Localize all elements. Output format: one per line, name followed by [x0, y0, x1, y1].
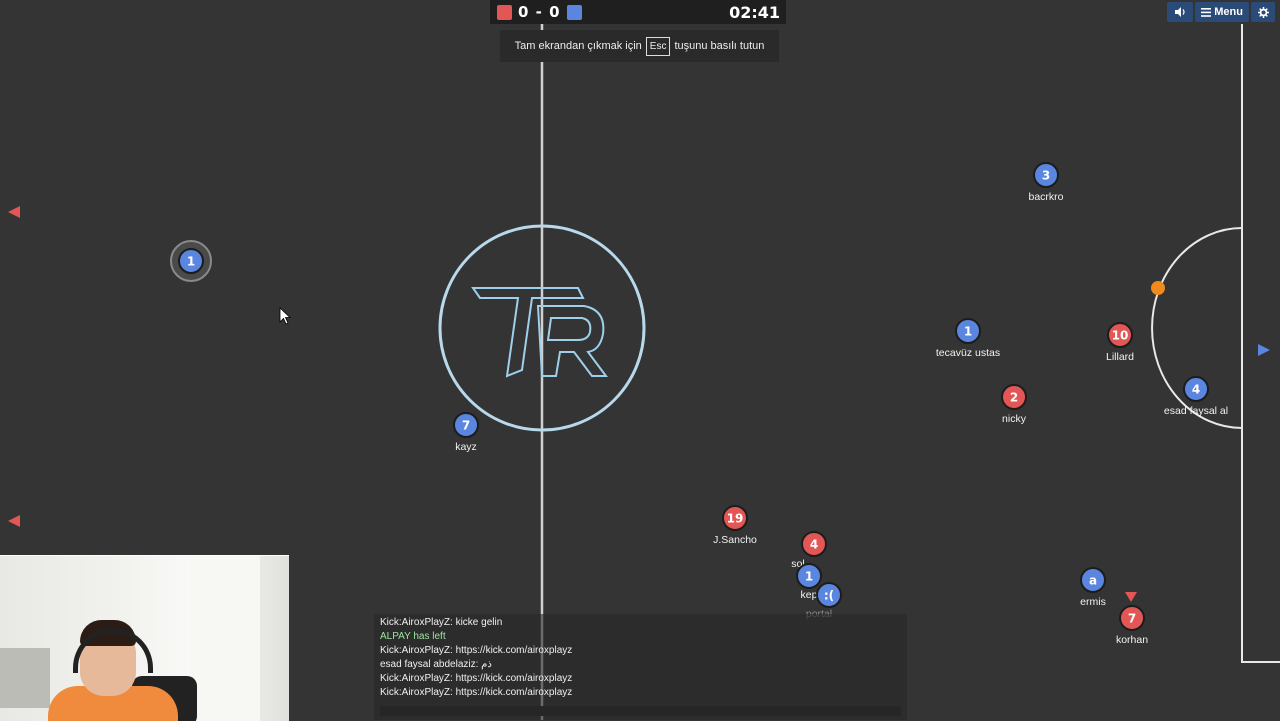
speaker-icon [1175, 7, 1185, 17]
player-name: tecavüz ustas [936, 347, 1000, 359]
player-number: 10 [1112, 329, 1129, 343]
right-arrow-indicator [1258, 344, 1270, 356]
player-name: bacrkro [1028, 191, 1063, 203]
fullscreen-hint-after: tuşunu basılı tutun [674, 40, 765, 52]
player-pointer [1125, 592, 1137, 602]
red-team-indicator [497, 4, 512, 20]
player-red: 19 J.Sancho [713, 505, 757, 546]
player-name: nicky [1002, 413, 1027, 425]
chat-input[interactable] [380, 706, 901, 716]
player-number: 3 [1042, 169, 1050, 183]
player-blue: 1 tecavüz ustas [936, 318, 1000, 359]
player-number: 2 [1010, 391, 1018, 405]
blue-team-indicator [566, 4, 582, 20]
player-name: korhan [1116, 634, 1148, 646]
chat-message: esad faysal abdelaziz: ذم [380, 659, 492, 670]
chat-message: Kick:AiroxPlayZ: https://kick.com/airoxp… [380, 645, 573, 656]
player-number: 1 [964, 325, 972, 339]
player-number: 7 [1128, 612, 1136, 626]
player-number: 19 [727, 512, 744, 526]
chat-message: Kick:AiroxPlayZ: https://kick.com/airoxp… [380, 687, 573, 698]
settings-button[interactable] [1251, 2, 1275, 22]
esc-key: Esc [645, 36, 671, 56]
player-red: 7 korhan [1116, 605, 1148, 646]
chat-box: Kick:AiroxPlayZ: kicke gelin ALPAY has le… [374, 614, 907, 720]
chat-log: Kick:AiroxPlayZ: kicke gelin ALPAY has le… [374, 614, 907, 702]
top-controls: Menu [1167, 2, 1275, 22]
fullscreen-hint-before: Tam ekrandan çıkmak için [514, 40, 642, 52]
player-number: a [1089, 574, 1097, 588]
player-name: J.Sancho [713, 534, 757, 546]
scoreboard: 0 - 0 02:41 [490, 0, 786, 24]
tr-logo [471, 287, 608, 378]
ball [1151, 281, 1165, 295]
player-number: :( [824, 589, 834, 603]
match-timer: 02:41 [729, 2, 780, 22]
player-number: 7 [462, 419, 470, 433]
player-red: 2 nicky [1001, 384, 1027, 425]
player-number: 4 [810, 538, 818, 552]
gear-icon [1257, 6, 1269, 18]
chat-message: Kick:AiroxPlayZ: kicke gelin [380, 617, 503, 628]
player-name: esad faysal al [1164, 405, 1228, 417]
player-name: ermis [1080, 596, 1106, 608]
sound-button[interactable] [1167, 2, 1194, 22]
player-number: 1 [805, 570, 813, 584]
webcam-overlay [0, 555, 289, 721]
score-display: 0 - 0 [518, 3, 561, 21]
fullscreen-hint: Tam ekrandan çıkmak için Esc tuşunu bası… [500, 30, 779, 62]
menu-button[interactable]: Menu [1195, 2, 1249, 22]
left-arrow-indicator-bottom [8, 515, 20, 527]
player-blue: 4 esad faysal al [1164, 376, 1228, 417]
player-name: kep [801, 589, 818, 601]
left-arrow-indicator-top [8, 206, 20, 218]
player-red: 10 Lillard [1106, 322, 1134, 363]
player-blue: a ermis [1080, 567, 1106, 608]
player-number: 4 [1192, 383, 1200, 397]
player-blue: 1 [170, 240, 212, 282]
player-name: kayz [455, 441, 477, 453]
mouse-cursor [279, 307, 292, 325]
menu-label: Menu [1214, 6, 1243, 18]
player-blue: 7 kayz [453, 412, 479, 453]
player-number: 1 [187, 255, 195, 269]
player-name: Lillard [1106, 351, 1134, 363]
right-boundary [1241, 24, 1280, 663]
chat-message: ALPAY has left [380, 631, 446, 642]
chat-message: Kick:AiroxPlayZ: https://kick.com/airoxp… [380, 673, 573, 684]
player-blue: 3 bacrkro [1028, 162, 1064, 203]
hamburger-icon [1201, 7, 1212, 17]
